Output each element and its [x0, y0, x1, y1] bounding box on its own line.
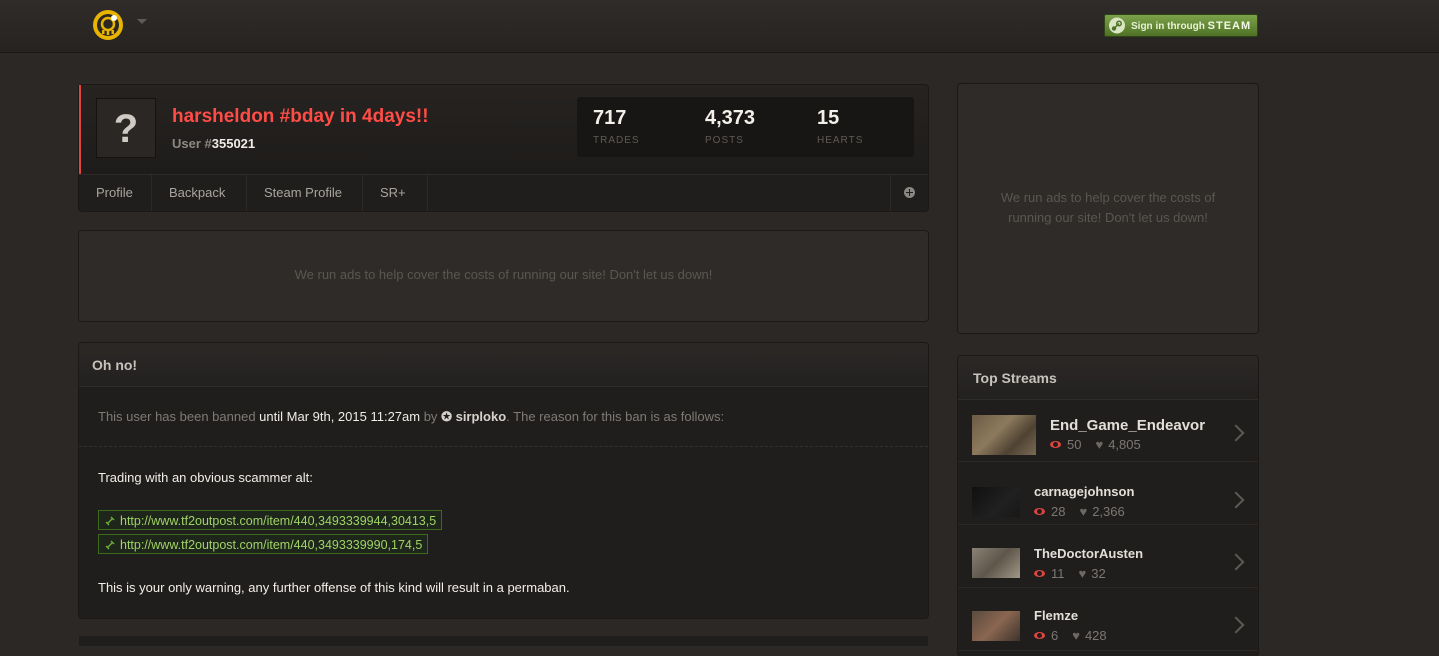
- more-options-button[interactable]: [890, 175, 928, 211]
- steam-icon: [1109, 17, 1125, 34]
- stream-stats: 50 ♥ 4,805: [1050, 437, 1141, 452]
- stream-stats: 28 ♥ 2,366: [1034, 504, 1125, 519]
- heart-icon: ♥: [1095, 437, 1104, 452]
- ban-notice-panel: Oh no! This user has been banned until M…: [79, 343, 928, 618]
- stat-posts-value: 4,373: [705, 107, 756, 129]
- ban-notice-title: Oh no!: [92, 357, 138, 373]
- chevron-right-icon: [1227, 424, 1245, 442]
- stream-name: End_Game_Endeavor: [1050, 417, 1206, 434]
- stream-name: carnagejohnson: [1034, 484, 1135, 499]
- stream-item[interactable]: TheDoctorAusten 11 ♥ 32: [958, 525, 1258, 588]
- chevron-right-icon: [1227, 491, 1245, 509]
- stream-item[interactable]: carnagejohnson 28 ♥ 2,366: [958, 462, 1258, 525]
- ad-banner-side: We run ads to help cover the costs of ru…: [958, 84, 1258, 333]
- tab-backpack[interactable]: Backpack: [152, 175, 247, 211]
- stat-hearts-value: 15: [817, 107, 840, 129]
- top-streams-header: Top Streams: [958, 356, 1258, 400]
- ban-reason: Trading with an obvious scammer alt:: [98, 470, 313, 485]
- stat-posts[interactable]: 4,373 POSTS: [705, 107, 755, 146]
- chevron-right-icon: [1227, 553, 1245, 571]
- top-navbar: Sign in through STEAM: [0, 0, 1439, 53]
- ad-banner-main: We run ads to help cover the costs of ru…: [79, 231, 928, 321]
- viewers-eye-icon: [1034, 570, 1045, 577]
- viewers-eye-icon: [1034, 632, 1045, 639]
- stat-trades-value: 717: [593, 107, 627, 129]
- moderator-link[interactable]: ✪ sirploko: [441, 409, 506, 424]
- ad-text-line2: running our site! Don't let us down!: [1008, 210, 1208, 225]
- stream-name: TheDoctorAusten: [1034, 546, 1144, 561]
- ad-text: We run ads to help cover the costs of ru…: [294, 267, 713, 282]
- stream-thumbnail: [972, 611, 1020, 641]
- stream-thumbnail: [972, 487, 1020, 517]
- steam-signin-label: Sign in through STEAM: [1131, 20, 1252, 32]
- steam-signin-button[interactable]: Sign in through STEAM: [1104, 14, 1258, 37]
- plus-circle-icon: [904, 187, 915, 198]
- stream-thumbnail: [972, 548, 1020, 578]
- viewers-eye-icon: [1034, 508, 1045, 515]
- dropdown-caret-icon[interactable]: [137, 19, 147, 24]
- next-panel-edge: [79, 636, 928, 646]
- ban-notice-header: Oh no!: [79, 343, 928, 387]
- profile-header: ? harsheldon #bday in 4days!! User #3550…: [79, 85, 928, 175]
- user-stats: 717 TRADES 4,373 POSTS 15 HEARTS: [577, 97, 914, 157]
- profile-accent-bar: [79, 85, 81, 174]
- divider: [79, 446, 928, 447]
- ban-info-text: This user has been banned until Mar 9th,…: [98, 409, 725, 424]
- user-id: User #355021: [172, 136, 256, 151]
- stat-hearts[interactable]: 15 HEARTS: [817, 107, 863, 146]
- stream-thumbnail: [972, 415, 1036, 455]
- ban-until: until Mar 9th, 2015 11:27am: [259, 409, 421, 424]
- tab-steam-profile[interactable]: Steam Profile: [247, 175, 363, 211]
- username: harsheldon #bday in 4days!!: [172, 106, 429, 127]
- evidence-link-1[interactable]: http://www.tf2outpost.com/item/440,34933…: [98, 510, 443, 530]
- tab-profile[interactable]: Profile: [79, 175, 152, 211]
- stat-hearts-label: HEARTS: [817, 135, 864, 146]
- top-streams-title: Top Streams: [973, 370, 1057, 386]
- site-logo-icon[interactable]: [92, 9, 124, 41]
- stream-stats: 11 ♥ 32: [1034, 566, 1106, 581]
- stat-posts-label: POSTS: [705, 135, 744, 146]
- avatar[interactable]: ?: [96, 98, 156, 158]
- tab-sr-plus[interactable]: SR+: [363, 175, 428, 211]
- link-icon: [105, 516, 115, 526]
- link-icon: [105, 540, 115, 550]
- ban-warning: This is your only warning, any further o…: [98, 580, 570, 595]
- moderator-badge-icon: ✪: [441, 409, 452, 424]
- stream-stats: 6 ♥ 428: [1034, 628, 1107, 643]
- ad-text-line1: We run ads to help cover the costs of: [1000, 190, 1216, 205]
- stream-name: Flemze: [1034, 608, 1079, 623]
- stat-trades[interactable]: 717 TRADES: [593, 107, 640, 146]
- evidence-link-2[interactable]: http://www.tf2outpost.com/item/440,34933…: [98, 534, 429, 554]
- heart-icon: ♥: [1079, 504, 1088, 519]
- heart-icon: ♥: [1072, 628, 1080, 643]
- top-streams-panel: Top Streams End_Game_Endeavor 50 ♥ 4,805 c…: [958, 356, 1258, 656]
- heart-icon: ♥: [1078, 566, 1087, 581]
- stat-trades-label: TRADES: [593, 135, 640, 146]
- viewers-eye-icon: [1050, 441, 1061, 448]
- chevron-right-icon: [1227, 616, 1245, 634]
- stream-item[interactable]: End_Game_Endeavor 50 ♥ 4,805: [958, 400, 1258, 462]
- profile-panel: ? harsheldon #bday in 4days!! User #3550…: [79, 85, 928, 211]
- profile-tabs: Profile Backpack Steam Profile SR+: [79, 175, 928, 211]
